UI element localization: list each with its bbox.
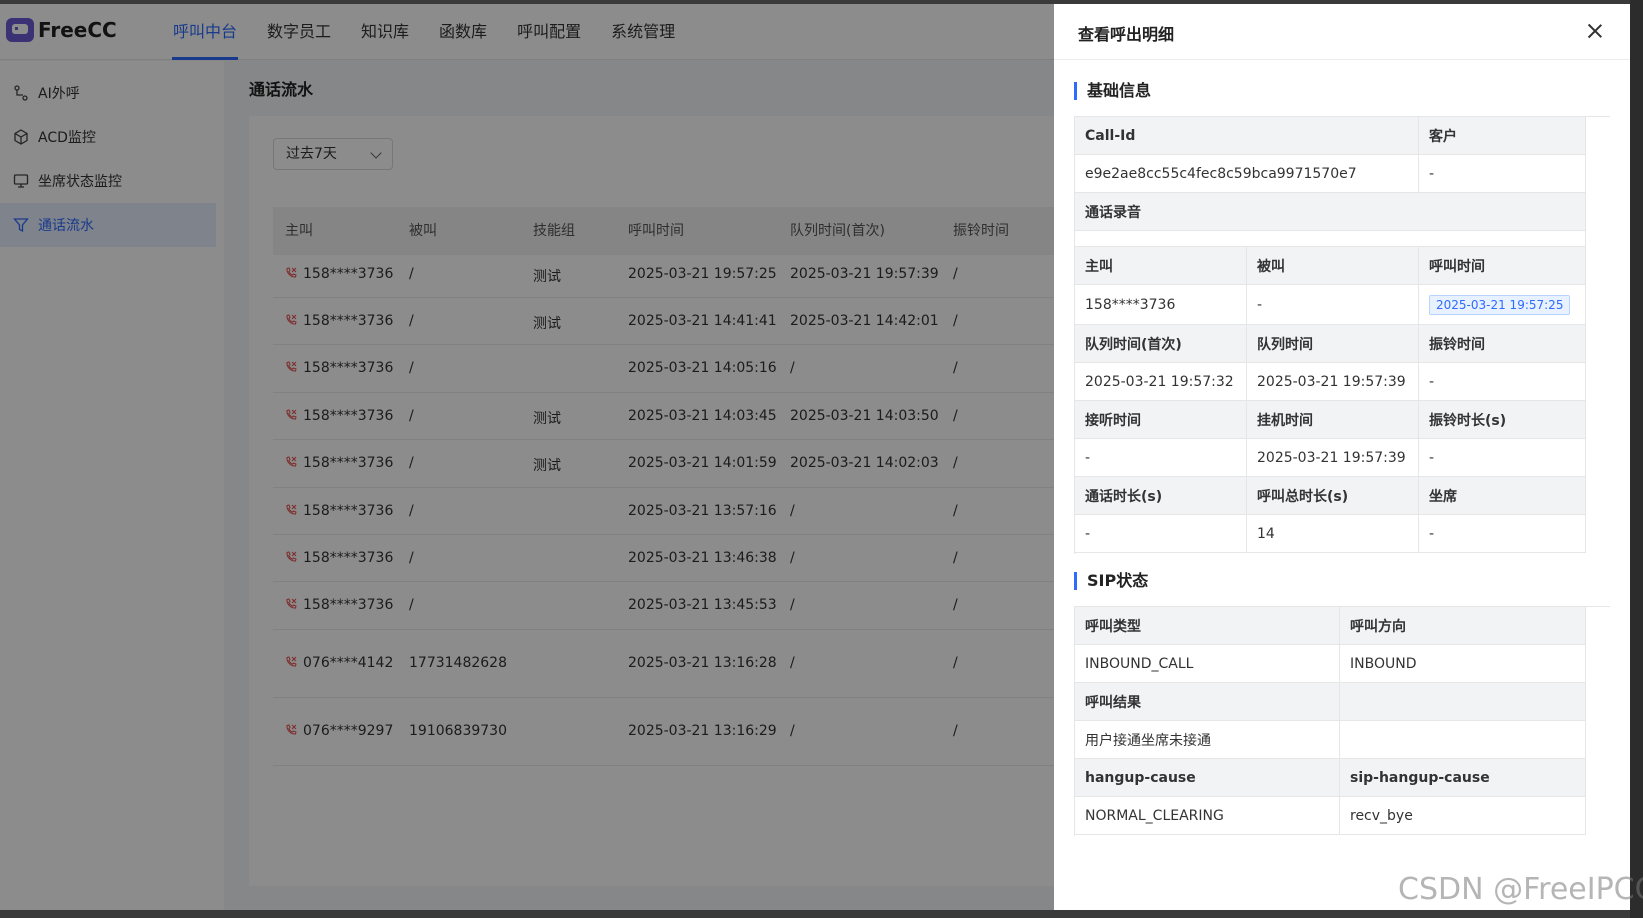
label-sip-hangup-cause: sip-hangup-cause (1340, 759, 1586, 797)
drawer-title: 查看呼出明细 (1078, 25, 1175, 44)
value-recording (1075, 231, 1586, 247)
basic-info-grid: Call-Id 客户 e9e2ae8cc55c4fec8c59bca997157… (1074, 116, 1610, 554)
label-call-time: 呼叫时间 (1419, 247, 1586, 285)
label-ring-duration: 振铃时长(s) (1419, 401, 1586, 439)
value-total-duration: 14 (1247, 515, 1419, 553)
value-call-direction: INBOUND (1340, 645, 1586, 683)
label-hangup: 挂机时间 (1247, 401, 1419, 439)
label-call-id: Call-Id (1075, 117, 1419, 155)
label-answer: 接听时间 (1075, 401, 1247, 439)
value-talk-duration: - (1075, 515, 1247, 553)
label-ring: 振铃时间 (1419, 325, 1586, 363)
label-talk-duration: 通话时长(s) (1075, 477, 1247, 515)
value-caller: 158****3736 (1075, 285, 1247, 325)
label-customer: 客户 (1419, 117, 1586, 155)
label-call-result: 呼叫结果 (1075, 683, 1340, 721)
value-call-type: INBOUND_CALL (1075, 645, 1340, 683)
modal-overlay[interactable] (0, 4, 1054, 910)
value-call-time-cell: 2025-03-21 19:57:25 (1419, 285, 1586, 325)
value-call-id: e9e2ae8cc55c4fec8c59bca9971570e7 (1075, 155, 1419, 193)
app-window: FreeCC 呼叫中台 数字员工 知识库 函数库 呼叫配置 系统管理 AI外呼 … (0, 4, 1630, 910)
value-hangup-cause: NORMAL_CLEARING (1075, 797, 1340, 835)
label-queue-first: 队列时间(首次) (1075, 325, 1247, 363)
value-hangup: 2025-03-21 19:57:39 (1247, 439, 1419, 477)
value-customer: - (1419, 155, 1586, 193)
window-scrollbar[interactable] (1630, 0, 1643, 918)
sip-status-grid: 呼叫类型 呼叫方向 INBOUND_CALL INBOUND 呼叫结果 用户接通… (1074, 606, 1610, 836)
value-queue-first: 2025-03-21 19:57:32 (1075, 363, 1247, 401)
watermark: CSDN @FreeIPCC (1398, 872, 1643, 907)
value-call-result: 用户接通坐席未接通 (1075, 721, 1340, 759)
label-caller: 主叫 (1075, 247, 1247, 285)
label-empty (1340, 683, 1586, 721)
value-sip-hangup-cause: recv_bye (1340, 797, 1586, 835)
label-queue: 队列时间 (1247, 325, 1419, 363)
label-recording: 通话录音 (1075, 193, 1586, 231)
value-agent: - (1419, 515, 1586, 553)
value-answer: - (1075, 439, 1247, 477)
label-total-duration: 呼叫总时长(s) (1247, 477, 1419, 515)
label-agent: 坐席 (1419, 477, 1586, 515)
close-icon[interactable] (1586, 22, 1604, 40)
value-callee: - (1247, 285, 1419, 325)
value-ring-duration: - (1419, 439, 1586, 477)
label-call-direction: 呼叫方向 (1340, 607, 1586, 645)
label-call-type: 呼叫类型 (1075, 607, 1340, 645)
value-ring: - (1419, 363, 1586, 401)
section-title-basic: 基础信息 (1074, 82, 1151, 100)
label-hangup-cause: hangup-cause (1075, 759, 1340, 797)
value-queue: 2025-03-21 19:57:39 (1247, 363, 1419, 401)
drawer-header: 查看呼出明细 (1054, 4, 1630, 60)
label-callee: 被叫 (1247, 247, 1419, 285)
value-empty (1340, 721, 1586, 759)
section-title-sip: SIP状态 (1074, 572, 1148, 590)
detail-drawer: 查看呼出明细 基础信息 Call-Id 客户 e9e2ae8cc55c4fec8… (1054, 4, 1630, 910)
call-time-tag: 2025-03-21 19:57:25 (1429, 294, 1571, 315)
